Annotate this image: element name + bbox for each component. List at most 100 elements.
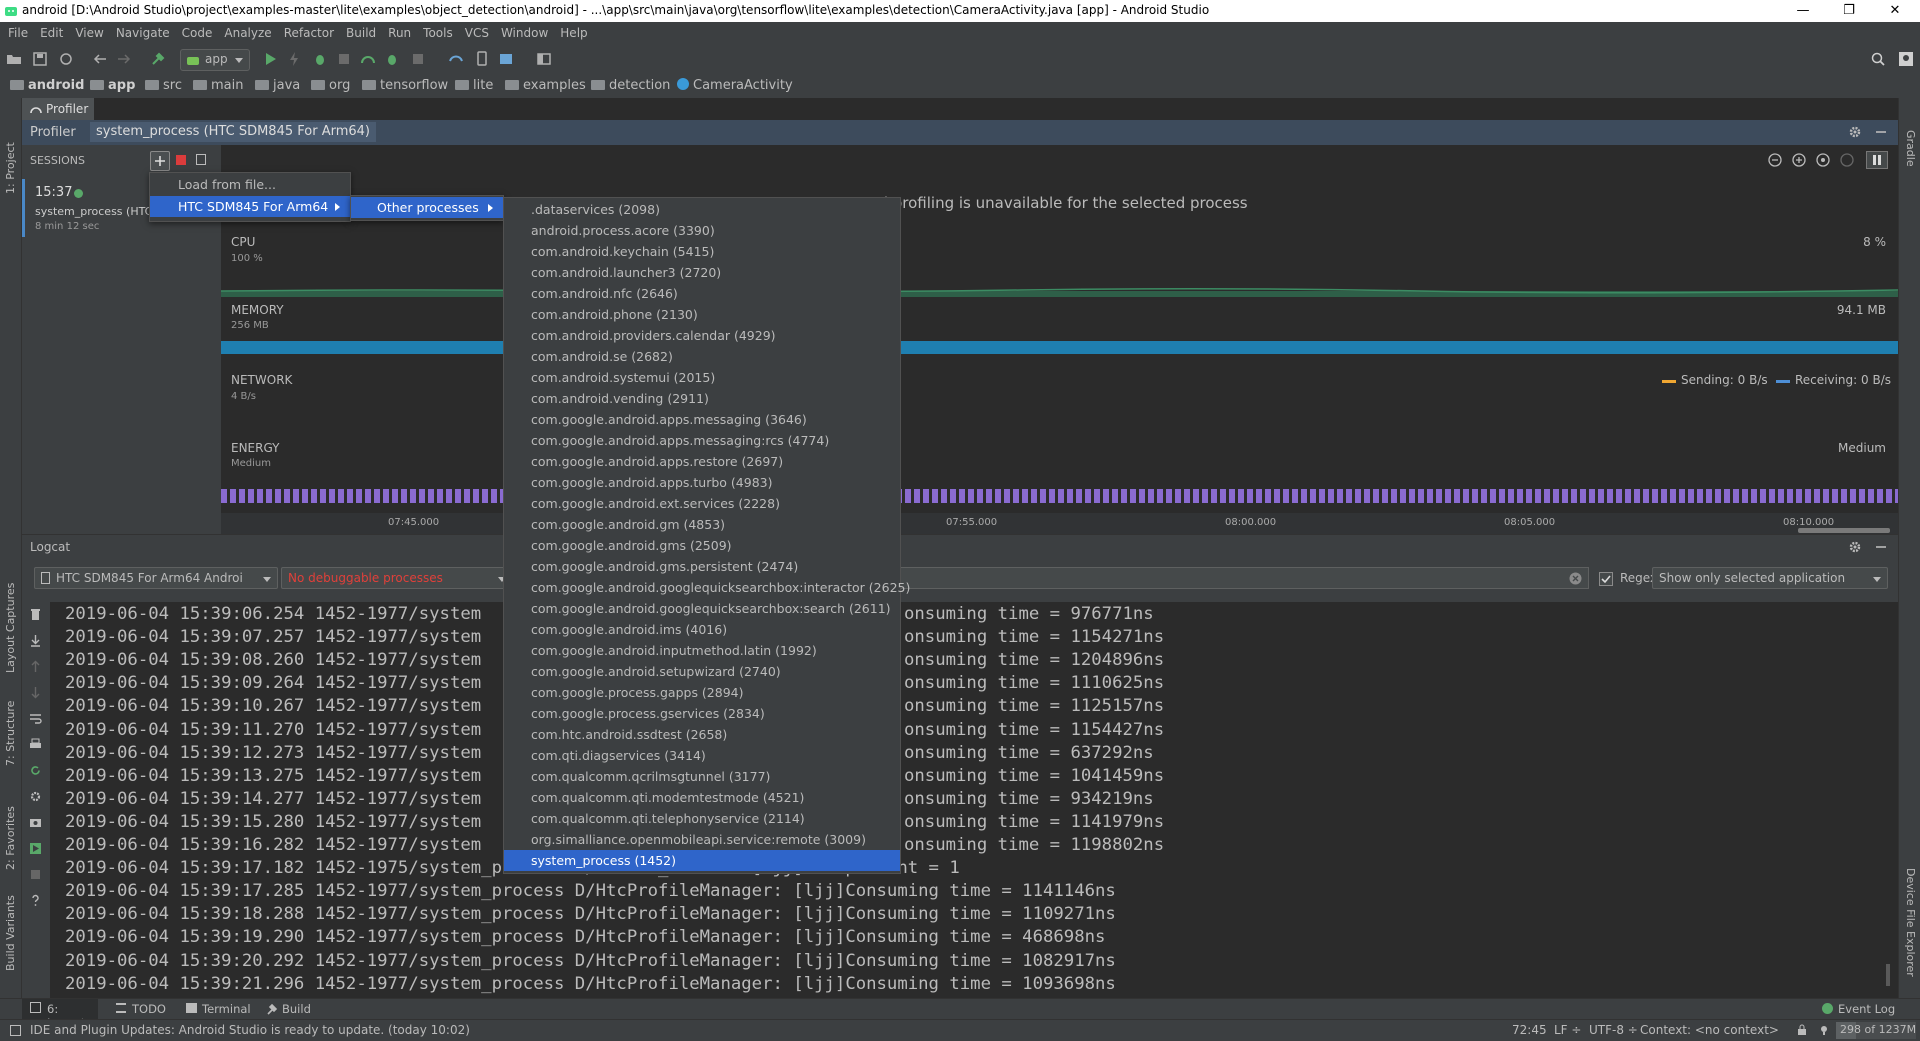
menu-run[interactable]: Run <box>382 22 417 44</box>
gear-icon[interactable] <box>1848 540 1862 554</box>
process-item[interactable]: com.qualcomm.qcrilmsgtunnel (3177) <box>504 766 900 787</box>
logcat-scrollbar[interactable] <box>1886 964 1890 986</box>
process-item[interactable]: com.google.process.gservices (2834) <box>504 703 900 724</box>
minimize-panel-icon[interactable] <box>1874 125 1888 139</box>
status-message[interactable]: IDE and Plugin Updates: Android Studio i… <box>30 1023 470 1037</box>
timeline-scrollbar[interactable] <box>1798 528 1890 533</box>
breadcrumb-examples[interactable]: examples <box>505 78 586 93</box>
menu-analyze[interactable]: Analyze <box>218 22 277 44</box>
up-arrow-icon[interactable] <box>29 660 42 673</box>
menu-tools[interactable]: Tools <box>417 22 459 44</box>
process-item[interactable]: com.google.android.ims (4016) <box>504 619 900 640</box>
menu-build[interactable]: Build <box>340 22 382 44</box>
zoom-in-icon[interactable] <box>1792 153 1806 167</box>
menu-edit[interactable]: Edit <box>34 22 69 44</box>
process-item[interactable]: com.google.android.apps.restore (2697) <box>504 451 900 472</box>
tool-windows-icon[interactable] <box>10 1025 21 1036</box>
breadcrumb-tensorflow[interactable]: tensorflow <box>362 78 448 93</box>
stop-icon[interactable] <box>29 868 42 881</box>
breadcrumb-app[interactable]: app <box>90 78 135 93</box>
close-button[interactable]: ✕ <box>1872 0 1918 22</box>
reset-zoom-icon[interactable] <box>1816 153 1830 167</box>
print-icon[interactable] <box>29 738 42 751</box>
network-monitor[interactable]: NETWORK 4 B/s Sending: 0 B/s Receiving: … <box>221 371 1898 441</box>
build-variants-tool-tab[interactable]: Build Variants <box>4 895 17 971</box>
tab-profiler[interactable]: Profiler <box>22 98 94 120</box>
other-processes-item[interactable]: Other processes <box>351 197 503 218</box>
memory-monitor[interactable]: MEMORY 256 MB 94.1 MB <box>221 303 1898 371</box>
process-item[interactable]: com.android.providers.calendar (4929) <box>504 325 900 346</box>
save-icon[interactable] <box>32 51 48 67</box>
menu-navigate[interactable]: Navigate <box>110 22 176 44</box>
process-item[interactable]: com.android.keychain (5415) <box>504 241 900 262</box>
cpu-monitor[interactable]: CPU 100 % 8 % <box>221 233 1898 303</box>
clear-logcat-icon[interactable] <box>29 608 42 621</box>
forward-icon[interactable] <box>116 51 132 67</box>
filter-dropdown[interactable]: Show only selected application <box>1652 567 1888 589</box>
screen-record-icon[interactable] <box>29 842 42 855</box>
process-item[interactable]: .dataservices (2098) <box>504 199 900 220</box>
debug-icon[interactable] <box>312 51 328 67</box>
menu-view[interactable]: View <box>69 22 109 44</box>
line-separator[interactable]: LF ÷ <box>1554 1023 1581 1037</box>
device-dropdown[interactable]: HTC SDM845 For Arm64 Androi <box>34 567 278 589</box>
scroll-to-end-icon[interactable] <box>29 634 42 647</box>
menu-help[interactable]: Help <box>554 22 593 44</box>
attach-debugger-icon[interactable] <box>384 51 400 67</box>
process-item[interactable]: com.google.android.apps.turbo (4983) <box>504 472 900 493</box>
menu-vcs[interactable]: VCS <box>459 22 495 44</box>
load-from-file-item[interactable]: Load from file... <box>150 174 350 195</box>
open-folder-icon[interactable] <box>6 51 22 67</box>
run-configuration-dropdown[interactable]: app <box>180 49 250 71</box>
stop-session-icon[interactable] <box>176 155 186 165</box>
process-item[interactable]: com.qti.diagservices (3414) <box>504 745 900 766</box>
pause-button[interactable] <box>1866 151 1888 169</box>
collapse-sessions-icon[interactable] <box>196 154 206 165</box>
add-session-button[interactable] <box>150 151 170 171</box>
breadcrumb-android[interactable]: android <box>10 78 84 93</box>
restore-button[interactable]: ❐ <box>1826 0 1872 22</box>
profiler-header-tab[interactable]: Profiler <box>30 125 76 140</box>
tab-todo[interactable]: TODO <box>112 999 172 1020</box>
minimize-button[interactable]: — <box>1780 0 1826 22</box>
make-project-icon[interactable] <box>150 51 166 67</box>
screen-capture-icon[interactable] <box>29 816 42 829</box>
user-icon[interactable] <box>1898 51 1914 67</box>
settings-icon[interactable] <box>29 790 42 803</box>
context-indicator[interactable]: Context: <no context> <box>1640 1023 1779 1037</box>
process-item[interactable]: com.android.phone (2130) <box>504 304 900 325</box>
lock-icon[interactable] <box>1796 1024 1808 1036</box>
process-item[interactable]: com.android.systemui (2015) <box>504 367 900 388</box>
breadcrumb-java[interactable]: java <box>255 78 300 93</box>
process-item[interactable]: com.android.nfc (2646) <box>504 283 900 304</box>
tab-terminal[interactable]: Terminal <box>182 999 262 1020</box>
process-item[interactable]: com.google.android.googlequicksearchbox:… <box>504 577 910 598</box>
process-item[interactable]: com.qualcomm.qti.modemtestmode (4521) <box>504 787 900 808</box>
tab-build[interactable]: Build <box>262 999 322 1020</box>
cursor-position[interactable]: 72:45 <box>1512 1023 1547 1037</box>
jump-to-live-icon[interactable] <box>1840 153 1854 167</box>
favorites-tool-tab[interactable]: 2: Favorites <box>4 806 17 870</box>
process-item[interactable]: com.google.android.ext.services (2228) <box>504 493 900 514</box>
back-icon[interactable] <box>92 51 108 67</box>
breadcrumb-main[interactable]: main <box>193 78 243 93</box>
avd-manager-icon[interactable] <box>474 51 490 67</box>
project-structure-icon[interactable] <box>536 51 552 67</box>
process-item[interactable]: com.android.se (2682) <box>504 346 900 367</box>
breadcrumb-lite[interactable]: lite <box>455 78 493 93</box>
device-submenu-item[interactable]: HTC SDM845 For Arm64 <box>150 196 350 217</box>
menu-file[interactable]: File <box>0 22 34 44</box>
clear-search-icon[interactable] <box>1569 572 1582 585</box>
logcat-output[interactable]: 2019-06-04 15:39:06.254 1452-1977/system… <box>50 602 1890 998</box>
process-item[interactable]: android.process.acore (3390) <box>504 220 900 241</box>
zoom-out-icon[interactable] <box>1768 153 1782 167</box>
layout-captures-tool-tab[interactable]: Layout Captures <box>4 583 17 673</box>
help-icon[interactable] <box>29 894 42 907</box>
menu-window[interactable]: Window <box>495 22 554 44</box>
file-encoding[interactable]: UTF-8 ÷ <box>1589 1023 1638 1037</box>
device-file-explorer-tool-tab[interactable]: Device File Explorer <box>1904 868 1917 977</box>
search-icon[interactable] <box>1870 51 1886 67</box>
menu-refactor[interactable]: Refactor <box>278 22 340 44</box>
sdk-manager-icon[interactable] <box>498 51 514 67</box>
process-item[interactable]: org.simalliance.openmobileapi.service:re… <box>504 829 900 850</box>
